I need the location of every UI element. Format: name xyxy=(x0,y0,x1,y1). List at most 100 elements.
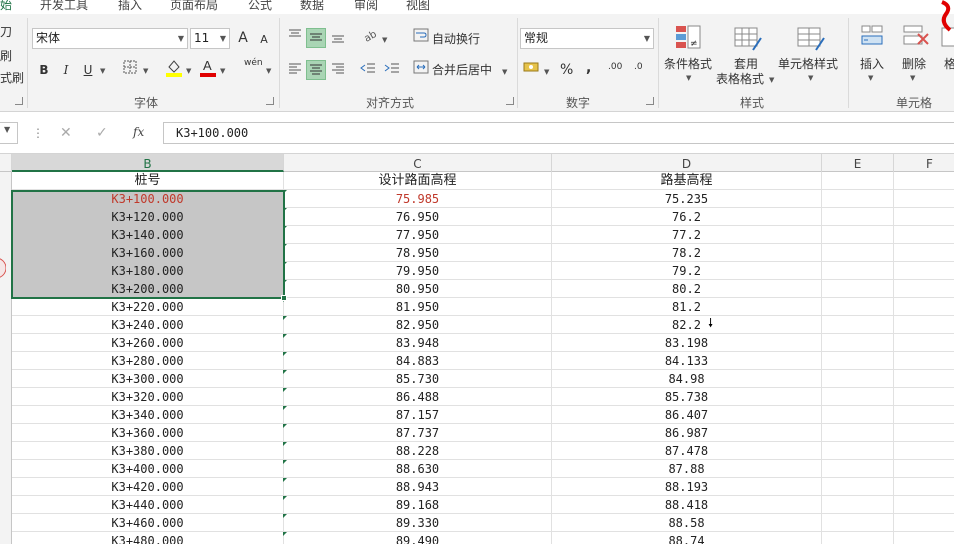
cell-d[interactable]: 81.2 xyxy=(552,298,822,316)
tab-home[interactable]: 始 xyxy=(0,0,12,13)
insert-function-icon[interactable]: fx xyxy=(133,125,144,139)
delete-cells-button[interactable]: 删除 xyxy=(902,56,926,72)
cell-empty[interactable] xyxy=(822,442,894,460)
cell-empty[interactable] xyxy=(894,388,954,406)
column-header-b[interactable]: B xyxy=(12,154,284,172)
chevron-down-icon[interactable]: ▼ xyxy=(502,68,507,76)
cell-b[interactable]: K3+480.000 xyxy=(12,532,284,544)
cell-empty[interactable] xyxy=(822,532,894,544)
cell-empty[interactable] xyxy=(894,316,954,334)
cell-c[interactable]: 84.883 xyxy=(284,352,552,370)
cell-empty[interactable] xyxy=(822,208,894,226)
cell-empty[interactable] xyxy=(894,226,954,244)
cell-empty[interactable] xyxy=(822,190,894,208)
cell-c[interactable]: 79.950 xyxy=(284,262,552,280)
decrease-decimal-button[interactable]: .0 xyxy=(634,62,643,72)
number-launcher-icon[interactable] xyxy=(646,97,654,105)
font-color-icon[interactable]: A xyxy=(198,58,218,78)
cell-empty[interactable] xyxy=(822,334,894,352)
cell-styles-icon[interactable] xyxy=(796,24,825,51)
chevron-down-icon[interactable]: ▼ xyxy=(686,74,691,82)
cell-d[interactable]: 84.98 xyxy=(552,370,822,388)
cell-d[interactable]: 79.2 xyxy=(552,262,822,280)
cell-b[interactable]: K3+340.000 xyxy=(12,406,284,424)
cell-c[interactable]: 75.985 xyxy=(284,190,552,208)
cell-b[interactable]: K3+100.000 xyxy=(12,190,284,208)
font-launcher-icon[interactable] xyxy=(266,97,274,105)
cell-empty[interactable] xyxy=(822,496,894,514)
cancel-icon[interactable]: ✕ xyxy=(60,125,72,141)
format-cells-button[interactable]: 格 xyxy=(944,56,954,72)
cell-empty[interactable] xyxy=(894,460,954,478)
orientation-icon[interactable]: ab xyxy=(362,28,382,48)
phonetic-button[interactable]: wén xyxy=(244,58,263,68)
cell-c[interactable]: 87.737 xyxy=(284,424,552,442)
cell-b[interactable]: K3+320.000 xyxy=(12,388,284,406)
cell-b[interactable]: K3+140.000 xyxy=(12,226,284,244)
cut-button[interactable]: 刀 xyxy=(0,24,12,40)
cell-c[interactable]: 86.488 xyxy=(284,388,552,406)
cell-b[interactable]: K3+440.000 xyxy=(12,496,284,514)
align-right-icon[interactable] xyxy=(328,60,348,80)
cell-empty[interactable] xyxy=(894,406,954,424)
cell-c[interactable]: 83.948 xyxy=(284,334,552,352)
cell-c[interactable]: 89.330 xyxy=(284,514,552,532)
alignment-launcher-icon[interactable] xyxy=(506,97,514,105)
chevron-down-icon[interactable]: ▼ xyxy=(220,67,225,75)
format-as-table-icon[interactable] xyxy=(733,24,762,51)
cell-empty[interactable] xyxy=(822,478,894,496)
cell-d[interactable]: 75.235 xyxy=(552,190,822,208)
wrap-text-button[interactable]: 自动换行 xyxy=(432,31,480,47)
cell-empty[interactable] xyxy=(894,208,954,226)
select-all-corner[interactable] xyxy=(0,154,12,172)
cell-c[interactable]: 88.228 xyxy=(284,442,552,460)
chevron-down-icon[interactable]: ▼ xyxy=(266,67,271,75)
cell-empty[interactable] xyxy=(822,244,894,262)
cell-b[interactable]: K3+300.000 xyxy=(12,370,284,388)
increase-decimal-button[interactable]: .00 xyxy=(608,62,622,72)
tab-formulas[interactable]: 公式 xyxy=(248,0,272,13)
chevron-down-icon[interactable]: ▼ xyxy=(769,76,774,84)
cell-d[interactable]: 80.2 xyxy=(552,280,822,298)
cell-c[interactable]: 78.950 xyxy=(284,244,552,262)
align-bottom-icon[interactable] xyxy=(328,30,348,50)
wrap-text-icon[interactable] xyxy=(411,28,431,48)
chevron-down-icon[interactable]: ▼ xyxy=(910,74,915,82)
cell-empty[interactable] xyxy=(894,514,954,532)
name-box[interactable]: ▼ xyxy=(0,122,18,144)
cell-empty[interactable] xyxy=(822,406,894,424)
cell-empty[interactable] xyxy=(894,298,954,316)
cell-empty[interactable] xyxy=(822,298,894,316)
cell-empty[interactable] xyxy=(894,262,954,280)
cell-empty[interactable] xyxy=(894,370,954,388)
cell-empty[interactable] xyxy=(822,226,894,244)
column-header-e[interactable]: E xyxy=(822,154,894,172)
cell-c[interactable]: 89.168 xyxy=(284,496,552,514)
merge-center-button[interactable]: 合并后居中 xyxy=(432,62,492,78)
format-as-table-button-line1[interactable]: 套用 xyxy=(734,56,758,72)
cell-empty[interactable] xyxy=(894,352,954,370)
tab-developer[interactable]: 开发工具 xyxy=(40,0,88,13)
format-as-table-button[interactable]: 表格格式 xyxy=(716,71,764,87)
cell-b[interactable]: K3+240.000 xyxy=(12,316,284,334)
align-top-icon[interactable] xyxy=(285,26,305,46)
row-headers[interactable] xyxy=(0,172,12,544)
cell-empty[interactable] xyxy=(894,190,954,208)
cell-empty[interactable] xyxy=(894,244,954,262)
cell-b[interactable]: K3+260.000 xyxy=(12,334,284,352)
chevron-down-icon[interactable]: ▼ xyxy=(544,68,549,76)
cell-b[interactable]: K3+180.000 xyxy=(12,262,284,280)
cell-empty[interactable] xyxy=(822,424,894,442)
conditional-format-icon[interactable]: ≠ xyxy=(674,24,701,50)
currency-icon[interactable] xyxy=(522,60,542,80)
tab-view[interactable]: 视图 xyxy=(406,0,430,13)
cell-empty[interactable] xyxy=(822,460,894,478)
cell-empty[interactable] xyxy=(894,532,954,544)
cell-empty[interactable] xyxy=(894,478,954,496)
chevron-down-icon[interactable]: ▼ xyxy=(808,74,813,82)
fill-handle[interactable] xyxy=(281,295,287,301)
merge-center-icon[interactable] xyxy=(411,60,431,80)
cell-d[interactable]: 86.987 xyxy=(552,424,822,442)
cell-b[interactable]: K3+420.000 xyxy=(12,478,284,496)
cell-empty[interactable] xyxy=(894,442,954,460)
